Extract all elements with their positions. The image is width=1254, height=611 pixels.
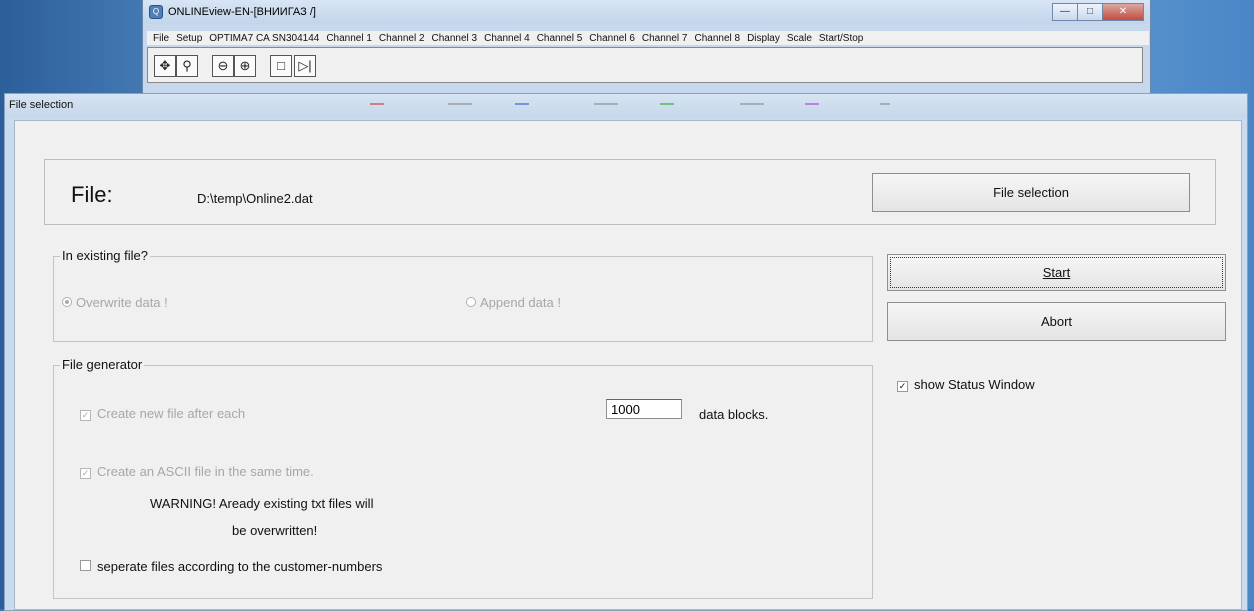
start-button-label: Start	[1042, 265, 1071, 280]
app-icon: Q	[149, 5, 163, 19]
create-new-option[interactable]: ✓ Create new file after each	[80, 406, 245, 421]
file-generator-legend: File generator	[60, 357, 145, 372]
data-blocks-suffix: data blocks.	[699, 407, 769, 422]
ascii-label: Create an ASCII file in the same time.	[97, 464, 314, 479]
close-icon[interactable]: ✕	[1102, 3, 1144, 21]
overwrite-radio[interactable]	[62, 297, 72, 307]
zoom-region-icon[interactable]: ⚲	[176, 55, 198, 77]
cursor-icon[interactable]: ▷|	[294, 55, 316, 77]
file-panel: File: D:\temp\Online2.dat File selection	[44, 159, 1216, 225]
onlineview-title: ONLINEview-EN-[ВНИИГАЗ /]	[168, 6, 316, 18]
overwrite-option[interactable]: Overwrite data !	[62, 295, 168, 310]
show-status-label: show Status Window	[914, 377, 1035, 392]
menu-item-channel-2[interactable]: Channel 2	[379, 33, 425, 44]
append-label: Append data !	[480, 295, 561, 310]
dialog-body: File: D:\temp\Online2.dat File selection…	[14, 120, 1242, 610]
separate-option[interactable]: seperate files according to the customer…	[80, 559, 382, 574]
onlineview-window: Q ONLINEview-EN-[ВНИИГАЗ /] — □ ✕ File S…	[142, 0, 1151, 101]
show-status-option[interactable]: ✓ show Status Window	[897, 377, 1035, 392]
ascii-option[interactable]: ✓ Create an ASCII file in the same time.	[80, 464, 314, 479]
existing-file-legend: In existing file?	[60, 248, 150, 263]
file-generator-group: File generator ✓ Create new file after ea…	[53, 357, 873, 599]
menu-item-channel-3[interactable]: Channel 3	[432, 33, 478, 44]
zoom-in-icon[interactable]: ⊕	[234, 55, 256, 77]
minimize-icon[interactable]: —	[1052, 3, 1078, 21]
menu-item-channel-6[interactable]: Channel 6	[589, 33, 635, 44]
separate-checkbox[interactable]	[80, 560, 91, 571]
menu-item-channel-7[interactable]: Channel 7	[642, 33, 688, 44]
menu-bar: File Setup OPTIMA7 CA SN304144 Channel 1…	[147, 31, 1149, 45]
file-label: File:	[71, 182, 113, 207]
start-button[interactable]: Start	[887, 254, 1226, 291]
overwrite-label: Overwrite data !	[76, 295, 168, 310]
onlineview-titlebar: Q ONLINEview-EN-[ВНИИГАЗ /]	[143, 0, 1150, 24]
select-box-icon[interactable]: □	[270, 55, 292, 77]
legend-ghost	[370, 98, 890, 112]
abort-button[interactable]: Abort	[887, 302, 1226, 341]
append-option[interactable]: Append data !	[466, 295, 561, 310]
warning-text-line1: WARNING! Aready existing txt files will	[150, 496, 374, 511]
menu-item-channel-1[interactable]: Channel 1	[326, 33, 372, 44]
menu-item-setup[interactable]: Setup	[176, 33, 202, 44]
menu-item-display[interactable]: Display	[747, 33, 780, 44]
menu-item-file[interactable]: File	[153, 33, 169, 44]
menu-item-scale[interactable]: Scale	[787, 33, 812, 44]
existing-file-group: In existing file? Overwrite data ! Appen…	[53, 248, 873, 342]
pan-icon[interactable]: ✥	[154, 55, 176, 77]
show-status-checkbox[interactable]: ✓	[897, 381, 908, 392]
menu-item-channel-8[interactable]: Channel 8	[694, 33, 740, 44]
append-radio[interactable]	[466, 297, 476, 307]
file-selection-button[interactable]: File selection	[872, 173, 1190, 212]
warning-text-line2: be overwritten!	[232, 523, 318, 538]
create-new-label: Create new file after each	[97, 406, 246, 421]
menu-item-start-stop[interactable]: Start/Stop	[819, 33, 863, 44]
menu-item-channel-5[interactable]: Channel 5	[537, 33, 583, 44]
file-selection-dialog: File selection File: D:\temp\Online2.dat…	[4, 93, 1248, 611]
window-controls: — □ ✕	[1052, 3, 1144, 21]
menu-item-device[interactable]: OPTIMA7 CA SN304144	[209, 33, 319, 44]
ascii-checkbox[interactable]: ✓	[80, 468, 91, 479]
separate-label: seperate files according to the customer…	[97, 559, 383, 574]
data-blocks-input[interactable]	[606, 399, 682, 419]
toolbar: ✥ ⚲ ⊖ ⊕ □ ▷|	[147, 47, 1143, 83]
file-path: D:\temp\Online2.dat	[197, 191, 313, 206]
zoom-out-icon[interactable]: ⊖	[212, 55, 234, 77]
menu-item-channel-4[interactable]: Channel 4	[484, 33, 530, 44]
create-new-checkbox[interactable]: ✓	[80, 410, 91, 421]
maximize-icon[interactable]: □	[1077, 3, 1103, 21]
